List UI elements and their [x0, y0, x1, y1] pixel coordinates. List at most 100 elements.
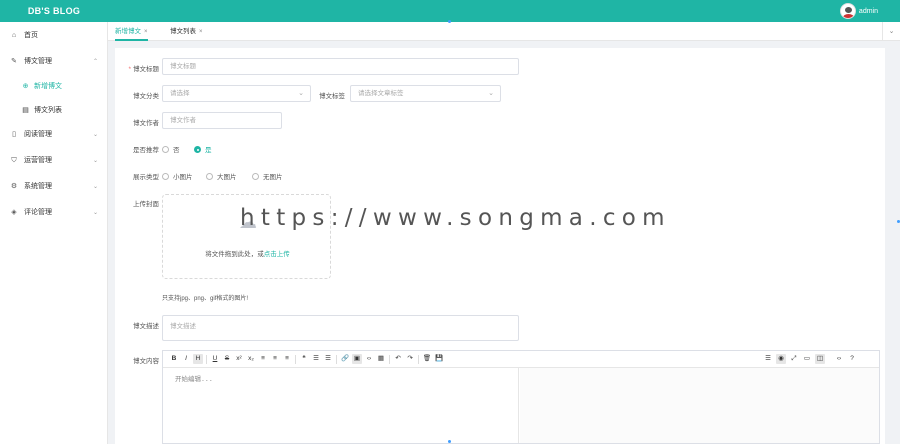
editor-input-pane[interactable]: 开始编辑... [163, 368, 519, 443]
sidebar-item-comment-management[interactable]: ◈ 评论管理 ⌄ [0, 204, 108, 222]
title-label: * 博文标题 [115, 63, 159, 73]
display-type-label: 展示类型 [133, 174, 159, 181]
sidebar-item-label: 博文管理 [24, 58, 52, 65]
align-center-icon[interactable]: ≡ [270, 354, 280, 364]
radio-label: 是 [205, 147, 212, 154]
chevron-down-icon: ⌄ [92, 184, 98, 190]
upload-link[interactable]: 点击上传 [264, 251, 290, 258]
bold-icon[interactable]: B [169, 354, 179, 364]
unordered-list-icon[interactable]: ☰ [323, 354, 333, 364]
chevron-down-icon: ⌄ [92, 158, 98, 164]
sidebar-subitem-new-post[interactable]: ⊕ 新增博文 [0, 78, 108, 96]
username[interactable]: admin [859, 8, 878, 15]
sidebar-item-label: 评论管理 [24, 209, 52, 216]
content-label: 博文内容 [133, 358, 159, 365]
sidebar-item-home[interactable]: ⌂ 首页 [0, 27, 108, 45]
align-right-icon[interactable]: ≡ [282, 354, 292, 364]
quote-icon[interactable]: ❝ [299, 354, 309, 364]
radio-dot[interactable] [194, 145, 201, 153]
home-icon: ⌂ [11, 32, 17, 39]
resize-handle [448, 440, 451, 443]
display-large-radio[interactable]: 大图片 [206, 171, 237, 181]
sidebar-item-label: 系统管理 [24, 183, 52, 190]
cover-label: 上传封面 [133, 201, 159, 208]
toolbar-separator [389, 355, 390, 364]
sidebar-item-label: 新增博文 [34, 83, 62, 90]
tab-post-list[interactable]: 博文列表 × [170, 22, 203, 41]
sidebar-item-system-management[interactable]: ⚙ 系统管理 ⌄ [0, 178, 108, 196]
resize-handle [448, 20, 451, 23]
upload-hint-text: 将文件拖到此处，或 [205, 251, 264, 258]
tab-new-post[interactable]: 新增博文 × [115, 22, 148, 41]
recommend-yes-radio[interactable]: 是 [194, 144, 212, 154]
fullscreen-icon[interactable]: ⤢ [789, 354, 799, 364]
radio-label: 小图片 [173, 174, 193, 181]
underline-icon[interactable]: U [210, 354, 220, 364]
editor-placeholder: 开始编辑... [175, 375, 213, 383]
author-input[interactable]: 博文作者 [162, 112, 282, 129]
tabs-more-button[interactable]: ⌄ [882, 22, 900, 41]
upload-hint: 将文件拖到此处，或点击上传 [163, 248, 332, 258]
display-small-radio[interactable]: 小图片 [162, 171, 193, 181]
close-icon[interactable]: × [199, 29, 203, 35]
brand-title[interactable]: DB'S BLOG [0, 0, 108, 22]
navigation-icon[interactable]: ☰ [763, 354, 773, 364]
sidebar-item-label: 运营管理 [24, 157, 52, 164]
tab-label: 博文列表 [170, 28, 196, 35]
code-icon[interactable]: ‹› [364, 354, 374, 364]
tags-select[interactable]: 请选择文章标签 ⌄ [350, 85, 501, 102]
heading-icon[interactable]: H [193, 354, 203, 364]
subfield-icon[interactable]: ◫ [815, 354, 825, 364]
radio-dot[interactable] [252, 172, 259, 180]
display-none-radio[interactable]: 无图片 [252, 171, 283, 181]
chevron-down-icon: ⌄ [488, 90, 494, 97]
link-icon[interactable]: 🔗 [340, 354, 350, 364]
label-text: 博文标题 [133, 66, 159, 73]
ordered-list-icon[interactable]: ☰ [311, 354, 321, 364]
sidebar-item-operations-management[interactable]: ⛉ 运营管理 ⌄ [0, 152, 108, 170]
strikethrough-icon[interactable]: S [222, 354, 232, 364]
top-bar: DB'S BLOG admin [0, 0, 900, 22]
sidebar: ⌂ 首页 ✎ 博文管理 ⌃ ⊕ 新增博文 ▤ 博文列表 ▯ 阅读管理 ⌄ ⛉ 运… [0, 22, 108, 444]
sidebar-item-label: 阅读管理 [24, 131, 52, 138]
help-icon[interactable]: ? [847, 354, 857, 364]
radio-label: 大图片 [217, 174, 237, 181]
sidebar-subitem-post-list[interactable]: ▤ 博文列表 [0, 102, 108, 120]
radio-label: 无图片 [263, 174, 283, 181]
image-icon[interactable]: ▣ [352, 354, 362, 364]
italic-icon[interactable]: I [181, 354, 191, 364]
plus-circle-icon: ⊕ [22, 83, 29, 90]
category-select[interactable]: 请选择 ⌄ [162, 85, 311, 102]
subscript-icon[interactable]: x₂ [246, 354, 256, 364]
recommend-label: 是否推荐 [133, 147, 159, 154]
sidebar-item-blog-management[interactable]: ✎ 博文管理 ⌃ [0, 53, 108, 71]
toolbar-separator [418, 355, 419, 364]
preview-icon[interactable]: ◉ [776, 354, 786, 364]
close-icon[interactable]: × [144, 29, 148, 35]
select-placeholder: 请选择 [170, 90, 190, 97]
radio-dot[interactable] [162, 172, 169, 180]
upload-tip: 只支持jpg、png、gif格式的图片! [162, 296, 249, 302]
html-code-icon[interactable]: ‹› [834, 354, 844, 364]
avatar[interactable] [839, 3, 856, 19]
recommend-no-radio[interactable]: 否 [162, 144, 180, 154]
save-icon[interactable]: 💾 [434, 354, 444, 364]
radio-dot[interactable] [162, 145, 169, 153]
title-input[interactable]: 博文标题 [162, 58, 519, 75]
editor-toolbar: B I H U Sx² x₂ ≡ ≡ ≡ ❝ ☰ ☰ 🔗 ▣ ‹› ▦ ↶ ↷ 🗑 💾 ☰ ◉ ⤢ ▭ ◫ ‹›? [163, 351, 879, 368]
sidebar-item-label: 首页 [24, 32, 38, 39]
align-left-icon[interactable]: ≡ [258, 354, 268, 364]
select-placeholder: 请选择文章标签 [358, 90, 404, 97]
undo-icon[interactable]: ↶ [393, 354, 403, 364]
shield-icon: ⛉ [11, 157, 17, 164]
superscript-icon[interactable]: x² [234, 354, 244, 364]
user-menu[interactable]: admin [839, 3, 878, 19]
read-mode-icon[interactable]: ▭ [802, 354, 812, 364]
radio-dot[interactable] [206, 172, 213, 180]
redo-icon[interactable]: ↷ [405, 354, 415, 364]
table-icon[interactable]: ▦ [376, 354, 386, 364]
description-textarea[interactable]: 博文描述 [162, 315, 519, 341]
tab-bar: 新增博文 × 博文列表 × ⌄ [108, 22, 900, 41]
trash-icon[interactable]: 🗑 [422, 354, 432, 364]
sidebar-item-reading-management[interactable]: ▯ 阅读管理 ⌄ [0, 126, 108, 144]
